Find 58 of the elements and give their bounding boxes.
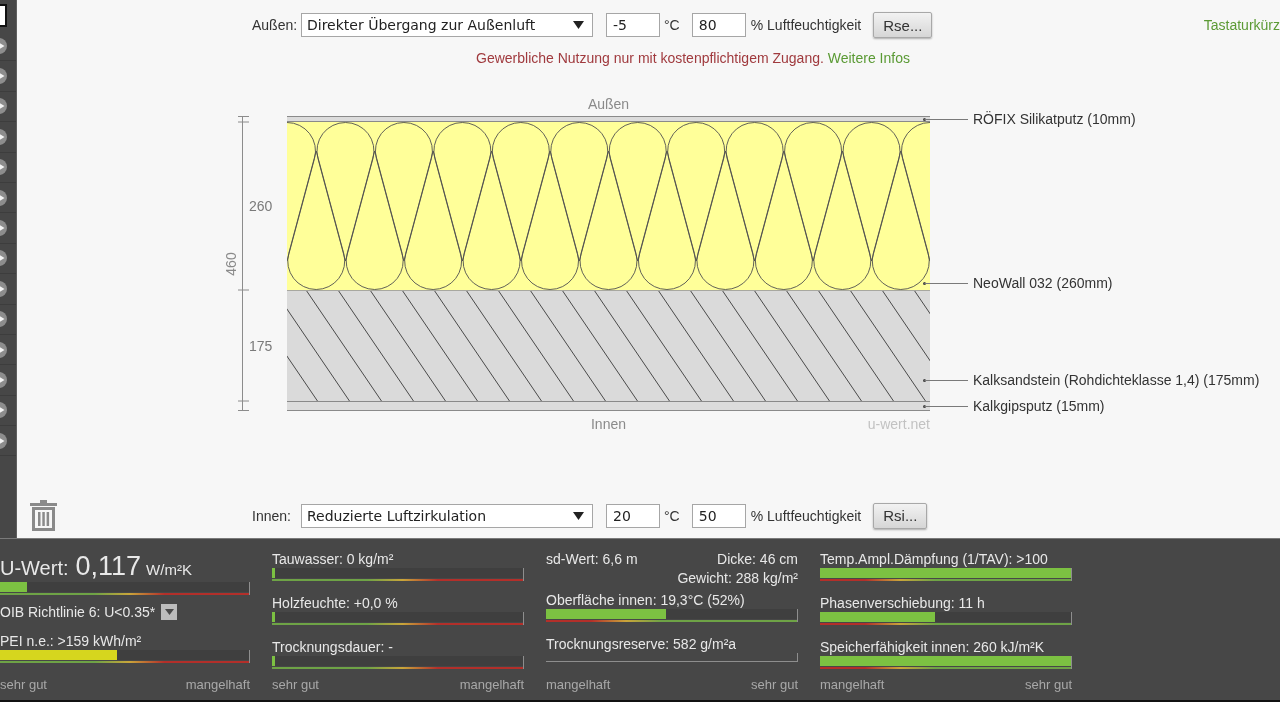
- leader-line: [923, 378, 968, 382]
- layer-label: NeoWall 032 (260mm): [973, 275, 1113, 291]
- resistance-button[interactable]: Rsi...: [873, 502, 928, 529]
- metric-label: PEI n.e.: >159 kWh/m²: [0, 633, 143, 649]
- standard-label: OIB Richtlinie 6: U<0.35*: [0, 604, 156, 620]
- scale-label: mangelhaft: [546, 677, 611, 692]
- metric-label: Holzfeuchte: +0,0 %: [272, 595, 399, 611]
- temperature-input[interactable]: -5: [606, 13, 660, 37]
- trash-icon[interactable]: [30, 500, 57, 531]
- caret-icon: [573, 511, 584, 520]
- layer-label: Kalksandstein (Rohdichteklasse 1,4) (175mm): [973, 372, 1260, 388]
- scale-label: mangelhaft: [185, 677, 250, 692]
- humidity-input[interactable]: 80: [691, 13, 746, 37]
- u-value-unit: W/m²K: [146, 560, 192, 580]
- layer-label: RÖFIX Silikatputz (10mm): [973, 111, 1136, 127]
- metric-label: Oberfläche innen: 19,3°C (52%): [546, 592, 746, 608]
- humidity-label: % Luftfeuchtigkeit: [750, 507, 862, 524]
- fact-text: Dicke: 46 cm: [717, 551, 798, 567]
- leader-line: [923, 117, 968, 121]
- metric-label: Trocknungsdauer: -: [272, 639, 394, 655]
- humidity-label: % Luftfeuchtigkeit: [750, 17, 862, 33]
- scale-label: mangelhaft: [459, 677, 524, 692]
- sidebar-input-field[interactable]: [0, 4, 7, 27]
- u-value: 0,117: [75, 551, 142, 581]
- side-label: Außen:: [252, 17, 297, 33]
- side-label: Innen:: [252, 507, 292, 524]
- resistance-button[interactable]: Rse...: [873, 12, 933, 38]
- unit-label: °C: [664, 17, 680, 33]
- u-value-label: U-Wert:: [0, 556, 69, 581]
- leader-line: [923, 404, 968, 408]
- temperature-input[interactable]: 20: [606, 503, 660, 528]
- license-notice: Gewerbliche Nutzung nur mit kostenpflichtigem Zugang. Weitere Infos: [476, 50, 910, 66]
- condition-select[interactable]: Reduzierte Luftzirkulation: [301, 503, 593, 528]
- metric-label: Trocknungsreserve: 582 g/m²a: [546, 636, 738, 652]
- scale-label: sehr gut: [272, 677, 319, 692]
- scale-label: sehr gut: [0, 677, 47, 692]
- dropdown-button[interactable]: [161, 604, 178, 620]
- scale-label: sehr gut: [751, 677, 798, 692]
- metric-label: Speicherfähigkeit innen: 260 kJ/m²K: [820, 639, 1046, 655]
- caret-icon: [573, 21, 584, 29]
- fact-text: sd-Wert: 6,6 m: [546, 551, 638, 567]
- scale-label: sehr gut: [1025, 677, 1072, 692]
- metric-label: Temp.Ampl.Dämpfung (1/TAV): >100: [820, 551, 1049, 567]
- inside-label: Innen: [590, 416, 626, 432]
- fact-text: Gewicht: 288 kg/m²: [677, 570, 798, 586]
- caret-icon: [164, 609, 174, 615]
- condition-select[interactable]: Direkter Übergang zur Außenluft: [301, 13, 593, 37]
- total-dimension-label: 460: [224, 251, 238, 276]
- layer-label: Kalkgipsputz (15mm): [973, 398, 1105, 414]
- dimension-label: 260: [249, 198, 273, 214]
- scale-label: mangelhaft: [820, 677, 885, 692]
- humidity-input[interactable]: 50: [691, 503, 746, 528]
- outside-label: Außen: [587, 96, 630, 112]
- unit-label: °C: [664, 507, 680, 524]
- dimension-label: 175: [249, 337, 273, 354]
- metric-label: Tauwasser: 0 kg/m²: [272, 551, 395, 567]
- metric-label: Phasenverschiebung: 11 h: [820, 595, 986, 611]
- leader-line: [923, 281, 968, 285]
